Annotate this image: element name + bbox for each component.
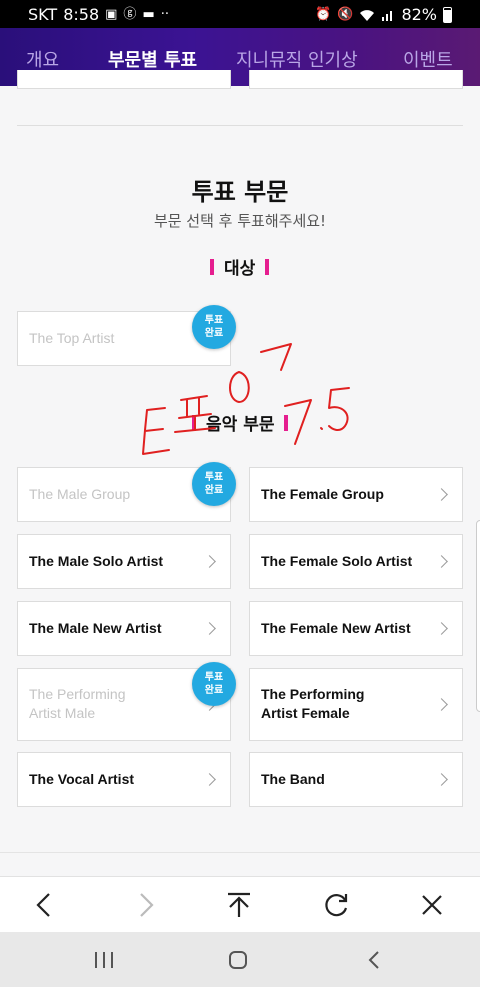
scrollbar[interactable] bbox=[476, 520, 480, 712]
battery-icon bbox=[443, 6, 452, 23]
tab-genie-music-award[interactable]: 지니뮤직 인기상 bbox=[236, 46, 358, 72]
category-card-female-solo-artist[interactable]: The Female Solo Artist bbox=[249, 534, 463, 589]
scrolled-card-left[interactable] bbox=[17, 70, 231, 89]
category-label: The Performing Artist Female bbox=[261, 685, 364, 723]
heading-accent-bar bbox=[265, 258, 270, 275]
category-label: The Female New Artist bbox=[261, 620, 411, 636]
chevron-right-icon bbox=[435, 622, 448, 635]
category-label: The Male New Artist bbox=[29, 620, 162, 636]
chevron-right-icon bbox=[203, 622, 216, 635]
clock: 8:58 bbox=[63, 5, 100, 24]
refresh-button[interactable] bbox=[318, 887, 354, 923]
alarm-icon: ⏰ bbox=[315, 6, 332, 22]
recent-apps-button[interactable] bbox=[92, 950, 116, 970]
chevron-right-icon bbox=[435, 555, 448, 568]
status-bar: SKT 8:58 ▣ ⓖ ▬ ·· ⏰ 🔇 82% bbox=[0, 0, 480, 28]
message-icon: ▬ bbox=[142, 6, 155, 22]
category-card-female-group[interactable]: The Female Group bbox=[249, 467, 463, 522]
chevron-right-icon bbox=[435, 773, 448, 786]
category-card-male-new-artist[interactable]: The Male New Artist bbox=[17, 601, 231, 656]
badge-line: 투표 bbox=[204, 472, 224, 483]
grand-prize-heading: 대상 bbox=[210, 254, 270, 279]
signal-icon bbox=[382, 10, 393, 21]
system-nav-bar bbox=[0, 932, 480, 987]
forward-icon bbox=[140, 893, 154, 917]
category-label-line: Artist Female bbox=[261, 705, 350, 721]
category-card-male-solo-artist[interactable]: The Male Solo Artist bbox=[17, 534, 231, 589]
back-button[interactable] bbox=[26, 887, 62, 923]
category-label: The Female Solo Artist bbox=[261, 553, 413, 569]
close-button[interactable] bbox=[414, 887, 450, 923]
refresh-icon bbox=[325, 894, 348, 917]
close-icon bbox=[422, 895, 442, 915]
battery-percent: 82% bbox=[401, 5, 437, 24]
scroll-top-icon bbox=[228, 892, 250, 917]
category-label: The Male Group bbox=[29, 486, 131, 502]
browser-toolbar bbox=[0, 876, 480, 933]
heading-accent-bar bbox=[210, 258, 214, 275]
category-label-line: Artist Male bbox=[29, 705, 96, 721]
vote-section-subtitle: 부문 선택 후 투표해주세요! bbox=[153, 212, 327, 230]
g-app-icon: ⓖ bbox=[123, 6, 137, 22]
tab-category-vote[interactable]: 부문별 투표 bbox=[108, 46, 197, 72]
chevron-right-icon bbox=[203, 555, 216, 568]
vote-section-title: 투표 부문 bbox=[191, 178, 289, 206]
category-card-band[interactable]: The Band bbox=[249, 752, 463, 807]
category-label: The Vocal Artist bbox=[29, 771, 135, 787]
wifi-icon bbox=[360, 9, 375, 21]
chevron-right-icon bbox=[203, 773, 216, 786]
tab-overview[interactable]: 개요 bbox=[26, 46, 59, 72]
home-icon bbox=[229, 951, 247, 969]
vote-complete-badge: 투표 완료 bbox=[192, 462, 236, 506]
home-button[interactable] bbox=[227, 949, 249, 971]
system-back-button[interactable] bbox=[364, 949, 384, 971]
category-label-line: The Performing bbox=[261, 686, 365, 702]
category-card-performing-artist-female[interactable]: The Performing Artist Female bbox=[249, 668, 463, 741]
badge-line: 투표 bbox=[204, 672, 224, 683]
category-label: The Top Artist bbox=[29, 330, 115, 346]
back-nav-icon bbox=[368, 951, 379, 969]
category-card-vocal-artist[interactable]: The Vocal Artist bbox=[17, 752, 231, 807]
section-divider bbox=[0, 852, 480, 853]
mute-icon: 🔇 bbox=[337, 6, 354, 22]
category-card-female-new-artist[interactable]: The Female New Artist bbox=[249, 601, 463, 656]
badge-line: 투표 bbox=[204, 315, 224, 326]
back-icon bbox=[36, 893, 50, 917]
category-label: The Female Group bbox=[261, 486, 384, 502]
section-divider bbox=[17, 125, 463, 126]
category-label: The Male Solo Artist bbox=[29, 553, 164, 569]
category-label: The Performing Artist Male bbox=[29, 685, 125, 723]
recent-apps-icon bbox=[95, 952, 113, 968]
badge-line: 완료 bbox=[204, 485, 224, 496]
grand-prize-heading-text: 대상 bbox=[224, 259, 256, 279]
chevron-right-icon bbox=[435, 698, 448, 711]
category-label-line: The Performing bbox=[29, 686, 126, 702]
image-icon: ▣ bbox=[105, 6, 118, 22]
tab-event[interactable]: 이벤트 bbox=[403, 46, 453, 72]
badge-line: 완료 bbox=[204, 685, 224, 696]
scrolled-card-right[interactable] bbox=[249, 70, 463, 89]
chevron-right-icon bbox=[435, 488, 448, 501]
vote-complete-badge: 투표 완료 bbox=[192, 662, 236, 706]
scroll-top-button[interactable] bbox=[221, 887, 257, 923]
handwritten-annotation bbox=[142, 343, 350, 455]
carrier-label: SKT bbox=[28, 5, 58, 24]
category-label: The Band bbox=[261, 771, 325, 787]
more-dots-icon: ·· bbox=[160, 6, 169, 22]
forward-button[interactable] bbox=[128, 887, 164, 923]
